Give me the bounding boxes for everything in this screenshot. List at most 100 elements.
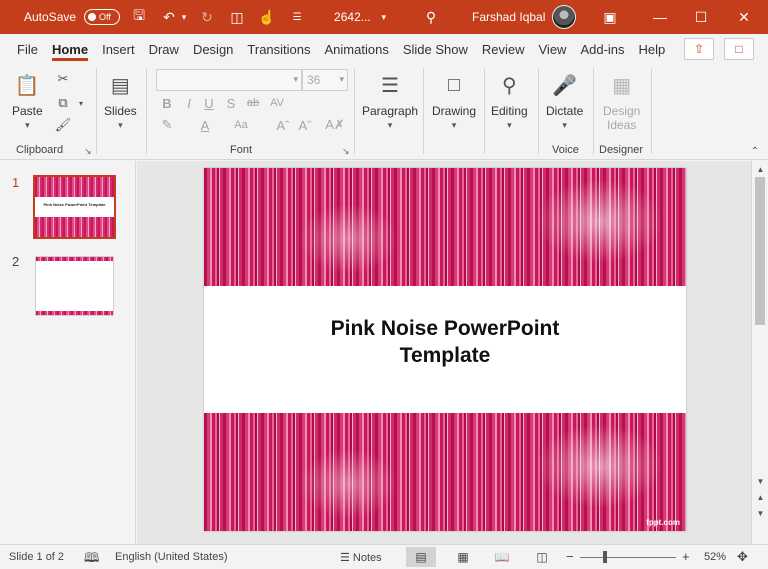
spell-check-icon[interactable]: 🕮	[84, 549, 99, 569]
paste-label: Paste	[12, 104, 43, 118]
notes-button[interactable]: ☰ Notes	[340, 551, 382, 564]
slide-title[interactable]: Pink Noise PowerPoint Template	[204, 315, 686, 369]
customize-qat-icon[interactable]: ☰	[286, 6, 308, 28]
strikethrough-icon[interactable]: ab	[244, 94, 262, 112]
copy-icon[interactable]: ⧉	[54, 94, 72, 112]
font-launcher-icon[interactable]: ↘	[342, 146, 350, 157]
maximize-button[interactable]: ☐	[686, 5, 716, 29]
tab-draw[interactable]: Draw	[142, 34, 186, 64]
paragraph-button[interactable]: ☰ Paragraph ▾	[362, 70, 418, 131]
character-spacing-icon[interactable]: AV	[268, 94, 286, 112]
copy-dropdown-icon[interactable]: ▾	[72, 94, 90, 112]
share-button[interactable]: ⇧	[684, 38, 714, 60]
thumbnail-band-bottom	[35, 217, 114, 237]
tab-file[interactable]: File	[10, 34, 45, 64]
font-color-icon[interactable]: A	[196, 116, 214, 134]
slide-sorter-button[interactable]: ▦	[448, 547, 478, 567]
change-case-icon[interactable]: Aa	[232, 116, 250, 134]
thumbnail-band-top	[35, 177, 114, 197]
slides-button[interactable]: ▤ Slides ▾	[104, 70, 137, 131]
toggle-knob	[88, 13, 97, 21]
format-painter-icon[interactable]: 🖌	[54, 116, 72, 134]
minimize-icon: —	[653, 9, 667, 25]
minimize-button[interactable]: —	[645, 5, 675, 29]
shadow-icon[interactable]: S	[222, 94, 240, 112]
group-separator	[593, 68, 594, 154]
tab-insert[interactable]: Insert	[95, 34, 142, 64]
normal-view-icon: ▤	[415, 550, 427, 564]
design-ideas-button[interactable]: ▦ Design Ideas	[603, 70, 640, 133]
doc-title-chevron-icon[interactable]: ▾	[373, 6, 395, 28]
close-button[interactable]: ✕	[729, 5, 759, 29]
paragraph-icon: ☰	[381, 74, 399, 97]
tab-review[interactable]: Review	[475, 34, 532, 64]
zoom-slider[interactable]	[580, 557, 676, 558]
slide-title-line1: Pink Noise PowerPoint	[330, 317, 560, 340]
scroll-up-icon[interactable]: ▲	[755, 163, 766, 175]
next-slide-icon[interactable]: ▼	[755, 507, 766, 519]
font-name-box[interactable]: ▾	[156, 69, 302, 91]
scroll-down-icon[interactable]: ▼	[755, 475, 766, 487]
zoom-in-icon[interactable]: +	[682, 549, 690, 564]
slide-thumbnail-1[interactable]: Pink Noise PowerPoint Template	[33, 175, 116, 239]
slide-title-line2: Template	[399, 344, 491, 367]
slide-thumbnail-2[interactable]	[35, 256, 114, 316]
tab-slide-show[interactable]: Slide Show	[396, 34, 475, 64]
design-ideas-icon: ▦	[612, 74, 632, 97]
group-label-voice: Voice	[552, 144, 579, 156]
bold-icon[interactable]: B	[158, 94, 176, 112]
save-icon[interactable]: 🖫	[128, 6, 150, 28]
vertical-scrollbar[interactable]: ▲ ▼ ▲ ▼	[751, 161, 768, 544]
zoom-slider-handle[interactable]	[603, 551, 607, 563]
dropdown-small-icon[interactable]: ▾	[180, 6, 188, 28]
redo-icon[interactable]: ↻	[196, 6, 218, 28]
avatar[interactable]	[552, 5, 576, 29]
reading-view-button[interactable]: 📖	[487, 547, 517, 567]
search-icon[interactable]: ⚲	[420, 6, 442, 28]
document-title[interactable]: 2642...	[334, 10, 371, 24]
ribbon-display-options-button[interactable]: ▣	[595, 5, 625, 29]
tab-home[interactable]: Home	[45, 34, 95, 64]
present-icon[interactable]: ◫	[226, 6, 248, 28]
slide-counter: Slide 1 of 2	[9, 551, 65, 563]
tab-help[interactable]: Help	[632, 34, 673, 64]
underline-icon[interactable]: U	[200, 94, 218, 112]
group-separator	[146, 68, 147, 154]
decrease-font-icon[interactable]: Aˇ	[296, 116, 314, 134]
highlight-icon[interactable]: ✎	[158, 116, 176, 134]
normal-view-button[interactable]: ▤	[406, 547, 436, 567]
font-size-box[interactable]: 36 ▾	[302, 69, 348, 91]
drawing-button[interactable]: □ Drawing ▾	[432, 70, 476, 131]
undo-icon[interactable]: ↶	[158, 6, 180, 28]
tab-view[interactable]: View	[532, 34, 574, 64]
touch-mode-icon[interactable]: ☝	[256, 6, 278, 28]
tab-transitions[interactable]: Transitions	[240, 34, 317, 64]
slide-show-button[interactable]: ◫	[527, 547, 557, 567]
increase-font-icon[interactable]: Aˆ	[274, 116, 292, 134]
drawing-label: Drawing	[432, 104, 477, 118]
cut-icon[interactable]: ✂	[54, 70, 72, 88]
tab-animations[interactable]: Animations	[318, 34, 396, 64]
dictate-button[interactable]: 🎤 Dictate ▾	[546, 70, 583, 131]
previous-slide-icon[interactable]: ▲	[755, 491, 766, 503]
user-name[interactable]: Farshad Iqbal	[472, 10, 545, 24]
chevron-down-icon: ▾	[562, 120, 567, 130]
tab-add-ins[interactable]: Add-ins	[573, 34, 631, 64]
clipboard-launcher-icon[interactable]: ↘	[84, 146, 92, 157]
fit-to-window-icon[interactable]: ✥	[737, 549, 748, 565]
language-indicator[interactable]: English (United States)	[115, 551, 228, 563]
italic-icon[interactable]: I	[180, 94, 198, 112]
autosave-toggle[interactable]: Off	[84, 9, 121, 25]
slide-canvas[interactable]: Pink Noise PowerPoint Template fppt.com	[204, 168, 686, 531]
tab-design[interactable]: Design	[186, 34, 240, 64]
zoom-level[interactable]: 52%	[704, 551, 726, 563]
collapse-ribbon-icon[interactable]: ⌃	[746, 142, 764, 160]
scrollbar-thumb[interactable]	[755, 177, 765, 325]
paragraph-label: Paragraph	[362, 104, 419, 118]
zoom-out-icon[interactable]: −	[566, 549, 574, 564]
notes-label: Notes	[352, 552, 382, 564]
editing-button[interactable]: ⚲ Editing ▾	[491, 70, 528, 131]
comments-button[interactable]: □	[724, 38, 754, 60]
clear-formatting-icon[interactable]: A✗	[325, 116, 345, 134]
paste-button[interactable]: 📋 Paste ▾	[12, 70, 43, 131]
